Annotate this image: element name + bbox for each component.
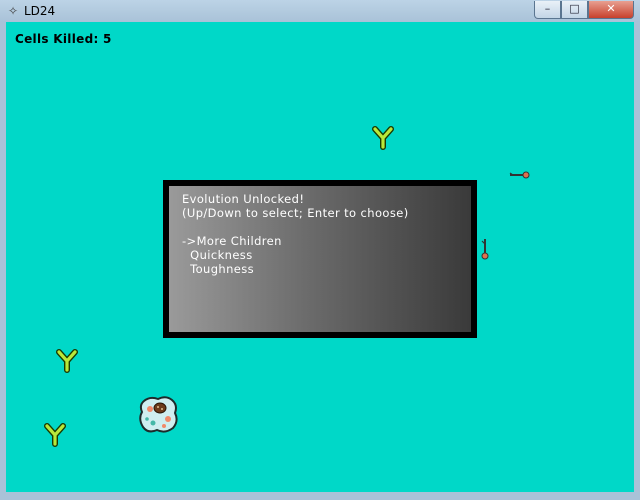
bacterium-icon bbox=[481, 239, 489, 260]
antibody-icon bbox=[372, 126, 394, 150]
window-titlebar[interactable]: ✧ LD24 – □ ✕ bbox=[0, 0, 640, 23]
selection-cursor: -> bbox=[182, 234, 197, 248]
evolution-dialog-text: Evolution Unlocked! (Up/Down to select; … bbox=[182, 192, 409, 276]
evolution-dialog-panel: Evolution Unlocked! (Up/Down to select; … bbox=[169, 186, 471, 332]
dialog-spacer bbox=[182, 220, 409, 234]
window-controls: – □ ✕ bbox=[534, 1, 634, 19]
cells-killed-counter: Cells Killed: 5 bbox=[15, 32, 112, 46]
dialog-heading: Evolution Unlocked! bbox=[182, 192, 305, 206]
minimize-button[interactable]: – bbox=[534, 1, 561, 19]
option-label: Toughness bbox=[190, 262, 255, 276]
maximize-button[interactable]: □ bbox=[561, 1, 588, 19]
option-label: More Children bbox=[196, 234, 282, 248]
player-cell-icon bbox=[139, 396, 178, 433]
antibody-icon bbox=[44, 423, 66, 447]
app-icon: ✧ bbox=[7, 4, 19, 18]
evolution-dialog: Evolution Unlocked! (Up/Down to select; … bbox=[163, 180, 477, 338]
evolution-option-quickness[interactable]: Quickness bbox=[182, 248, 409, 262]
cells-killed-label: Cells Killed: bbox=[15, 32, 99, 46]
window-frame-bottom bbox=[0, 492, 640, 500]
window-frame-right bbox=[634, 22, 640, 500]
antibody-icon bbox=[56, 349, 78, 373]
close-button[interactable]: ✕ bbox=[588, 1, 634, 19]
cells-killed-value: 5 bbox=[103, 32, 112, 46]
window-title: LD24 bbox=[24, 4, 56, 18]
dialog-instructions: (Up/Down to select; Enter to choose) bbox=[182, 206, 409, 220]
game-canvas[interactable]: Cells Killed: 5 Evolution Unlocked! (Up/… bbox=[6, 22, 634, 492]
bacterium-icon bbox=[509, 171, 530, 179]
option-label: Quickness bbox=[190, 248, 253, 262]
evolution-option-more-children[interactable]: ->More Children bbox=[182, 234, 409, 248]
evolution-option-toughness[interactable]: Toughness bbox=[182, 262, 409, 276]
